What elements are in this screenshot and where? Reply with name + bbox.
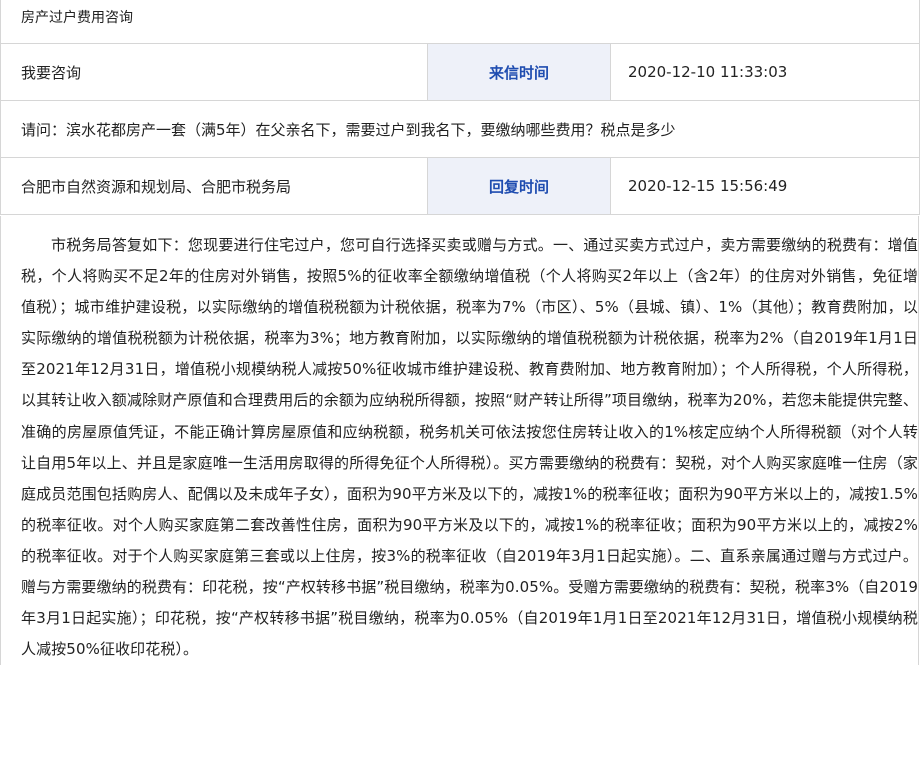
page-title: 房产过户费用咨询 <box>21 10 133 26</box>
inquiry-row: 我要咨询 来信时间 2020-12-10 11:33:03 <box>1 44 920 101</box>
answer-text: 市税务局答复如下：您现要进行住宅过户，您可自行选择买卖或赠与方式。一、通过买卖方… <box>21 236 918 659</box>
question-row: 请问：滨水花都房产一套（满5年）在父亲名下，需要过户到我名下，要缴纳哪些费用？税… <box>1 101 920 158</box>
inquiry-time: 2020-12-10 11:33:03 <box>628 63 788 81</box>
reply-time: 2020-12-15 15:56:49 <box>628 177 788 195</box>
answer-section: 市税务局答复如下：您现要进行住宅过户，您可自行选择买卖或赠与方式。一、通过买卖方… <box>0 216 919 666</box>
consultation-table: 房产过户费用咨询 我要咨询 来信时间 2020-12-10 11:33:03 请… <box>0 0 920 215</box>
question-text: 请问：滨水花都房产一套（满5年）在父亲名下，需要过户到我名下，要缴纳哪些费用？税… <box>21 120 676 139</box>
reply-department: 合肥市自然资源和规划局、合肥市税务局 <box>1 158 428 214</box>
inquiry-time-label: 来信时间 <box>428 44 611 100</box>
reply-time-label: 回复时间 <box>428 158 611 214</box>
inquiry-label: 我要咨询 <box>1 44 428 100</box>
title-row: 房产过户费用咨询 <box>1 0 920 44</box>
reply-row: 合肥市自然资源和规划局、合肥市税务局 回复时间 2020-12-15 15:56… <box>1 158 920 215</box>
